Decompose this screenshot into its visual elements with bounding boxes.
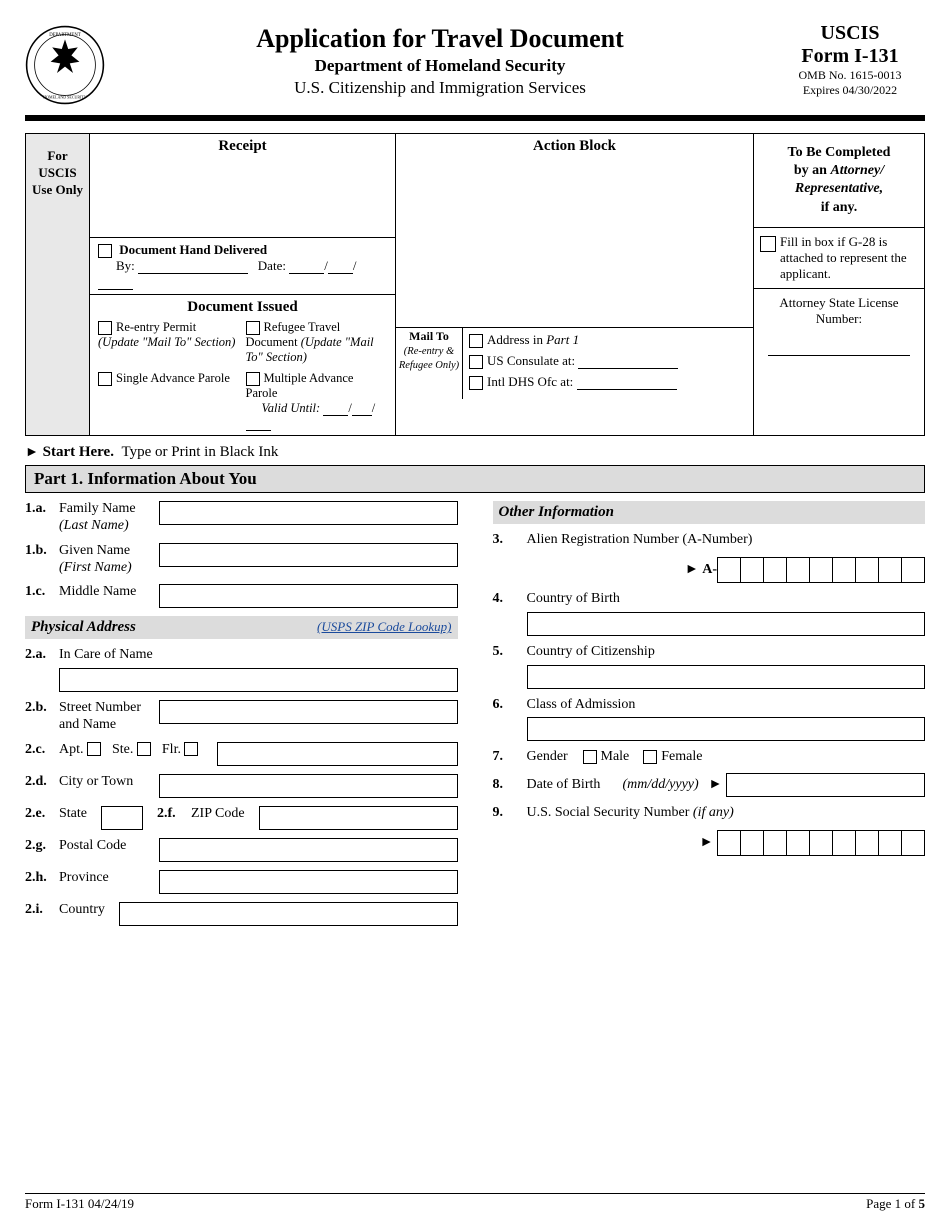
g28-checkbox[interactable] [760, 236, 776, 252]
form-body: 1.a. Family Name(Last Name) 1.b. Given N… [25, 501, 925, 934]
part1-header: Part 1. Information About You [25, 465, 925, 493]
doc-issued-header: Document Issued [98, 299, 387, 316]
intl-dhs-checkbox[interactable] [469, 376, 483, 390]
us-consulate-checkbox[interactable] [469, 355, 483, 369]
uscis-label: USCIS [775, 22, 925, 45]
start-here-line: ► Start Here. Type or Print in Black Ink [25, 444, 925, 461]
hand-delivered-checkbox[interactable] [98, 244, 112, 258]
g28-row: Fill in box if G-28 is attached to repre… [754, 228, 924, 289]
mail-to-section: Mail To (Re-entry & Refugee Only) Addres… [396, 328, 753, 399]
ssn-field[interactable] [717, 830, 925, 856]
left-admin-col: Receipt Document Hand Delivered By: Date… [90, 134, 396, 435]
street-field[interactable] [159, 700, 458, 724]
svg-text:DEPARTMENT: DEPARTMENT [49, 33, 81, 38]
attorney-license-cell: Attorney State License Number: [754, 289, 924, 368]
expires-date: Expires 04/30/2022 [775, 83, 925, 98]
given-name-field[interactable] [159, 543, 458, 567]
mail-to-label: Mail To (Re-entry & Refugee Only) [396, 328, 463, 399]
male-checkbox[interactable] [583, 750, 597, 764]
document-issued-cell: Document Issued Re-entry Permit (Update … [90, 295, 395, 435]
addr-part1-checkbox[interactable] [469, 334, 483, 348]
department: Department of Homeland Security [105, 56, 775, 76]
title-block: Application for Travel Document Departme… [105, 20, 775, 100]
footer-left: Form I-131 04/24/19 [25, 1196, 134, 1212]
date-mm[interactable] [289, 259, 324, 274]
doc-hand-delivered: Document Hand Delivered By: Date: // [90, 238, 395, 295]
for-uscis-label: For USCIS Use Only [26, 134, 90, 435]
country-birth-field[interactable] [527, 612, 926, 636]
date-dd[interactable] [328, 259, 353, 274]
uscis-use-only-grid: For USCIS Use Only Receipt Document Hand… [25, 133, 925, 436]
country-citizen-field[interactable] [527, 665, 926, 689]
form-id-block: USCIS Form I-131 OMB No. 1615-0013 Expir… [775, 22, 925, 98]
svg-text:HOMELAND SECURITY: HOMELAND SECURITY [43, 95, 87, 100]
triangle-icon: ► [685, 562, 699, 578]
in-care-of-field[interactable] [59, 668, 458, 692]
triangle-icon: ► [709, 777, 723, 793]
footer-right: Page 1 of 5 [866, 1196, 925, 1212]
mail-to-options: Address in Part 1 US Consulate at: Intl … [463, 328, 753, 399]
attorney-col: To Be Completed by an Attorney/ Represen… [754, 134, 924, 435]
country-field[interactable] [119, 902, 458, 926]
action-block-header: Action Block [396, 134, 753, 328]
zip-lookup-link[interactable]: (USPS ZIP Code Lookup) [317, 619, 451, 636]
dhs-seal-icon: DEPARTMENT HOMELAND SECURITY [25, 25, 105, 105]
multi-parole-checkbox[interactable] [246, 372, 260, 386]
physical-address-header: Physical Address (USPS ZIP Code Lookup) [25, 616, 458, 639]
refugee-checkbox[interactable] [246, 321, 260, 335]
left-form-col: 1.a. Family Name(Last Name) 1.b. Given N… [25, 501, 458, 934]
form-header: DEPARTMENT HOMELAND SECURITY Application… [25, 20, 925, 105]
family-name-field[interactable] [159, 501, 458, 525]
state-field[interactable] [101, 806, 143, 830]
dob-field[interactable] [726, 773, 925, 797]
other-info-header: Other Information [493, 501, 926, 524]
zip-field[interactable] [259, 806, 458, 830]
unit-number-field[interactable] [217, 742, 457, 766]
license-number-field[interactable] [768, 355, 910, 356]
a-number-field[interactable] [717, 557, 925, 583]
postal-field[interactable] [159, 838, 458, 862]
ste-checkbox[interactable] [137, 742, 151, 756]
right-form-col: Other Information 3. Alien Registration … [493, 501, 926, 934]
form-title: Application for Travel Document [105, 24, 775, 54]
reentry-checkbox[interactable] [98, 321, 112, 335]
triangle-icon: ► [700, 835, 714, 851]
apt-checkbox[interactable] [87, 742, 101, 756]
by-field[interactable] [138, 259, 248, 274]
header-rule [25, 115, 925, 121]
agency: U.S. Citizenship and Immigration Service… [105, 78, 775, 98]
omb-number: OMB No. 1615-0013 [775, 68, 925, 83]
action-block-col: Action Block Mail To (Re-entry & Refugee… [396, 134, 754, 435]
middle-name-field[interactable] [159, 584, 458, 608]
class-admission-field[interactable] [527, 717, 926, 741]
intl-dhs-field[interactable] [577, 375, 677, 390]
attorney-title: To Be Completed by an Attorney/ Represen… [754, 134, 924, 228]
city-field[interactable] [159, 774, 458, 798]
receipt-header: Receipt [90, 134, 395, 238]
valid-mm[interactable] [323, 401, 348, 416]
triangle-icon: ► [25, 445, 39, 460]
date-yy[interactable] [98, 275, 133, 290]
consulate-field[interactable] [578, 354, 678, 369]
single-parole-checkbox[interactable] [98, 372, 112, 386]
form-number: Form I-131 [775, 45, 925, 68]
page-footer: Form I-131 04/24/19 Page 1 of 5 [25, 1193, 925, 1212]
province-field[interactable] [159, 870, 458, 894]
flr-checkbox[interactable] [184, 742, 198, 756]
valid-yy[interactable] [246, 416, 271, 431]
female-checkbox[interactable] [643, 750, 657, 764]
valid-dd[interactable] [352, 401, 372, 416]
